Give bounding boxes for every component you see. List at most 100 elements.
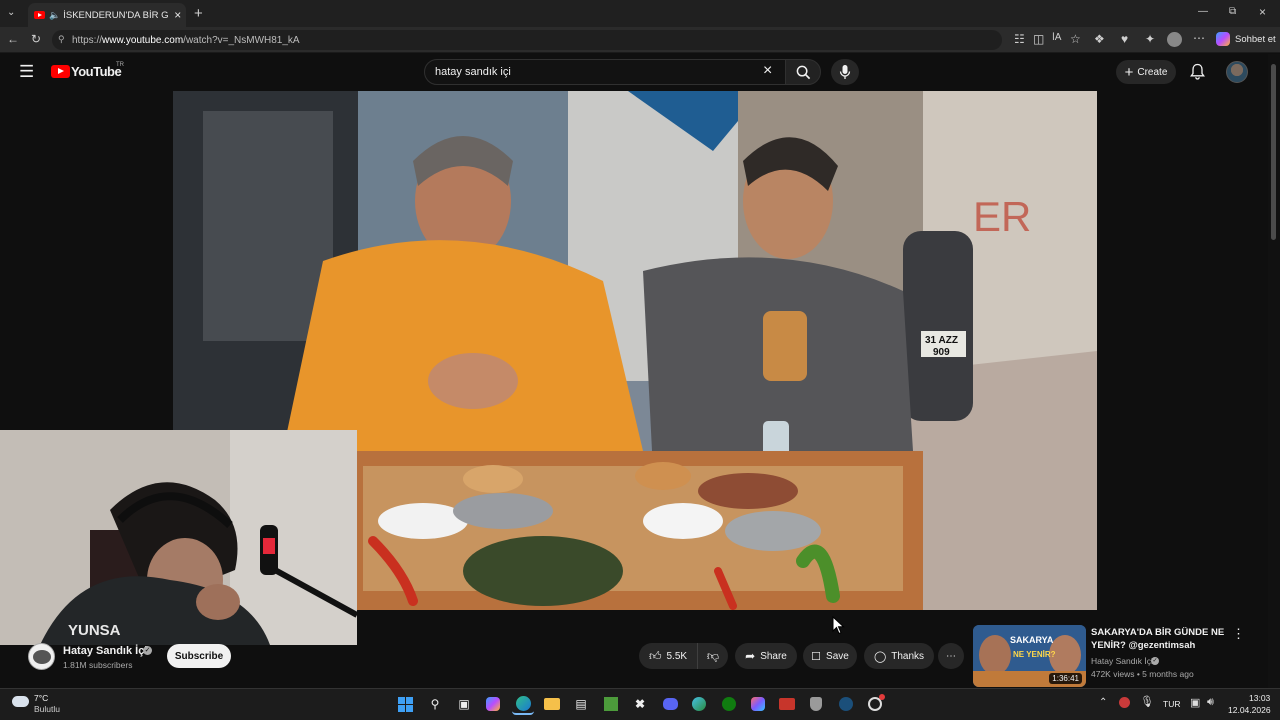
save-button[interactable]: ☐ Save: [803, 643, 857, 669]
browser-tab-active[interactable]: 🔈 İSKENDERUN'DA BİR GÜNDE ×: [28, 3, 186, 27]
store-icon[interactable]: ▤: [570, 693, 592, 715]
volume-icon[interactable]: 🔊︎: [1207, 696, 1214, 709]
webcam-frame: YUNSA: [0, 430, 357, 645]
bookmark-icon: ☐: [811, 650, 822, 663]
new-tab-plus-icon[interactable]: +: [194, 6, 203, 21]
recommended-meta: 472K views • 5 months ago: [1091, 669, 1194, 679]
back-arrow-icon[interactable]: ←: [7, 33, 19, 45]
thanks-label: Thanks: [891, 650, 925, 662]
shield-app-icon[interactable]: [805, 693, 827, 715]
channel-name[interactable]: Hatay Sandık İçi: [63, 645, 147, 657]
language-indicator[interactable]: TUR: [1163, 699, 1180, 709]
voice-search-button[interactable]: [831, 59, 859, 85]
xbox-icon[interactable]: [718, 693, 740, 715]
thumbs-down-icon: 👎︎: [706, 648, 720, 663]
svg-text:ER: ER: [973, 193, 1031, 240]
cloud-weather-icon[interactable]: [12, 696, 29, 707]
extensions-icon[interactable]: ❖: [1094, 33, 1105, 45]
recommended-more-icon[interactable]: ⋮: [1232, 626, 1245, 642]
search-input[interactable]: hatay sandık içi: [424, 59, 786, 85]
notification-app-icon[interactable]: [864, 693, 886, 715]
search-query: hatay sandık içi: [435, 66, 511, 78]
site-info-icon[interactable]: ⚲: [58, 34, 65, 45]
tab-title: İSKENDERUN'DA BİR GÜNDE: [63, 9, 169, 21]
user-avatar[interactable]: [1226, 61, 1248, 83]
address-bar-row: ← ↻ ⚲ https://www.youtube.com/watch?v=_N…: [0, 27, 1280, 53]
tab-list-chevron-icon[interactable]: ⌄: [7, 8, 15, 18]
close-window-icon[interactable]: ×: [1259, 6, 1266, 18]
search-icon: [796, 65, 811, 80]
speaker-icon[interactable]: 🔈: [49, 10, 60, 21]
more-menu-icon[interactable]: ⋯: [1193, 32, 1205, 44]
tab-close-icon[interactable]: ×: [174, 8, 181, 22]
create-button[interactable]: + Create: [1116, 60, 1176, 84]
plate-line-2: 909: [933, 347, 950, 358]
reader-view-icon[interactable]: ◫: [1033, 33, 1044, 45]
windows-start-icon[interactable]: [394, 693, 416, 715]
more-actions-button[interactable]: ⋯: [938, 643, 964, 669]
scrollbar-thumb[interactable]: [1271, 64, 1276, 240]
capcut-icon[interactable]: ✖: [629, 693, 651, 715]
recommended-channel[interactable]: Hatay Sandık İçi: [1091, 656, 1153, 666]
recommended-title-line-2[interactable]: YENİR? @gezentimsah: [1091, 640, 1195, 652]
discord-icon[interactable]: [659, 693, 681, 715]
url-field[interactable]: ⚲ https://www.youtube.com/watch?v=_NsMWH…: [52, 30, 1002, 50]
taskbar-search-icon[interactable]: ⚲: [424, 693, 446, 715]
clear-search-icon[interactable]: ×: [763, 63, 772, 79]
task-view-icon[interactable]: ▣: [453, 693, 475, 715]
url-domain: www.youtube.com: [102, 34, 184, 46]
wrap-in-hand: [763, 311, 807, 381]
weather-desc[interactable]: Bulutlu: [34, 704, 60, 714]
search-button[interactable]: [785, 59, 821, 85]
url-prefix: https://: [72, 34, 103, 46]
hamburger-menu-icon[interactable]: ☰: [19, 63, 34, 80]
copilot-label[interactable]: Sohbet et: [1235, 34, 1276, 45]
network-icon[interactable]: ▣: [1190, 696, 1200, 709]
translate-icon[interactable]: اA: [1052, 33, 1061, 43]
minimize-icon[interactable]: —: [1198, 7, 1208, 17]
recommended-verified-icon: ✓: [1151, 657, 1159, 665]
minecraft-icon[interactable]: [600, 693, 622, 715]
youtube-logo-text[interactable]: YouTube: [71, 64, 122, 79]
refresh-icon[interactable]: ↻: [31, 33, 41, 45]
app-available-icon[interactable]: ☷: [1014, 33, 1025, 45]
region-code: TR: [116, 62, 124, 68]
profile-avatar-icon[interactable]: [1167, 32, 1182, 47]
tray-overflow-chevron-icon[interactable]: ⌃: [1099, 697, 1107, 708]
globe-app-icon[interactable]: [688, 693, 710, 715]
tray-mic-icon[interactable]: 🎙︎: [1140, 695, 1154, 708]
recommended-thumbnail[interactable]: SAKARYA NE YENİR? 1:36:41: [973, 625, 1086, 687]
like-button[interactable]: 👍︎ 5.5K: [639, 643, 697, 669]
plate-line-1: 31 AZZ: [925, 335, 958, 346]
subscribe-button[interactable]: Subscribe: [167, 644, 231, 668]
clock-date[interactable]: 12.04.2026: [1228, 705, 1271, 715]
subscribe-label: Subscribe: [174, 650, 224, 662]
obs-red-app-icon[interactable]: [776, 693, 798, 715]
recommended-title-line-1[interactable]: SAKARYA'DA BİR GÜNDE NE: [1091, 627, 1224, 639]
copilot-app-icon[interactable]: [482, 693, 504, 715]
verified-check-icon: ✓: [143, 646, 152, 655]
file-explorer-icon[interactable]: [541, 693, 563, 715]
thanks-button[interactable]: ◯ Thanks: [864, 643, 934, 669]
youtube-logo-icon[interactable]: [51, 65, 70, 78]
thumb-title-1: SAKARYA: [1010, 635, 1054, 645]
copilot-icon[interactable]: [1216, 32, 1230, 46]
notifications-bell-icon[interactable]: [1190, 63, 1205, 80]
scooter: [903, 231, 973, 421]
collections-icon[interactable]: ✦: [1145, 33, 1155, 45]
tray-app-icon[interactable]: [1119, 697, 1130, 708]
weather-temp[interactable]: 7°C: [34, 693, 48, 703]
dislike-button[interactable]: 👎︎: [697, 643, 728, 669]
share-button[interactable]: ➦ Share: [735, 643, 797, 669]
mouse-cursor-icon: [832, 616, 845, 635]
browser-essentials-icon[interactable]: ♥: [1121, 33, 1128, 45]
steam-icon[interactable]: [835, 693, 857, 715]
maximize-icon[interactable]: ⧉: [1229, 7, 1236, 17]
create-label: Create: [1137, 66, 1168, 78]
copilot-365-icon[interactable]: [747, 693, 769, 715]
hand-with-food: [196, 584, 240, 620]
clock-time[interactable]: 13:03: [1249, 693, 1270, 703]
favorite-star-icon[interactable]: ☆: [1070, 33, 1081, 45]
edge-browser-icon[interactable]: [512, 693, 534, 715]
channel-avatar[interactable]: [28, 643, 55, 670]
